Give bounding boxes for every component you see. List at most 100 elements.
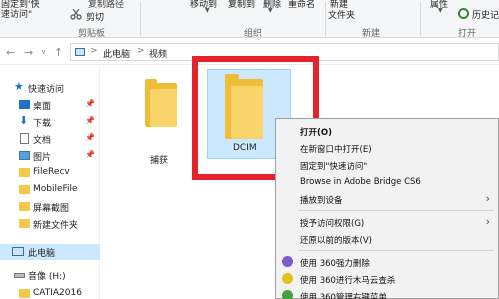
- pin-quick-access-label-2[interactable]: 速访问": [1, 7, 32, 20]
- pin-icon[interactable]: 📌: [85, 133, 95, 142]
- organize-group-label: 组织: [244, 29, 263, 38]
- pin-icon[interactable]: 📌: [85, 150, 95, 159]
- menu-separator: [298, 210, 494, 211]
- menu-item-360-manage-menu[interactable]: 使用 360管理右键菜单: [276, 288, 498, 299]
- menu-item-pin-quick-access[interactable]: 固定到"快速访问": [276, 157, 498, 173]
- open-group-label: 打开: [458, 29, 477, 38]
- star-icon: ★: [14, 80, 24, 93]
- folder-label: 捕获: [150, 156, 169, 166]
- navigation-pane: ★ 快速访问 桌面 📌 ⬇ 下载 📌 文档 📌 图片 📌 FileRecv Mo…: [0, 66, 100, 299]
- menu-item-label: 打开(O): [300, 128, 332, 138]
- history-icon: [458, 8, 469, 19]
- menu-item-cast-to-device[interactable]: 播放到设备 ›: [276, 191, 498, 207]
- clipboard-group-label: 剪贴板: [78, 29, 106, 38]
- folder-icon: [19, 202, 30, 211]
- nav-item-documents[interactable]: 文档 📌: [0, 131, 100, 147]
- copy-path-button[interactable]: 复制路径: [88, 0, 124, 10]
- nav-label: MobileFile: [33, 184, 78, 194]
- nav-item-catia2016[interactable]: CATIA2016: [0, 286, 100, 299]
- folder-item-capture[interactable]: 捕获: [126, 74, 196, 166]
- chevron-down-icon: ▼: [205, 7, 210, 14]
- computer-icon: [75, 48, 85, 56]
- menu-item-label: 固定到"快速访问": [300, 162, 368, 172]
- folder-icon: [19, 289, 30, 298]
- breadcrumb-separator: >: [90, 46, 98, 56]
- cut-button[interactable]: 剪切: [86, 10, 104, 23]
- menu-item-label: 使用 360管理右键菜单: [300, 293, 387, 299]
- recent-locations-icon[interactable]: ∨: [41, 48, 46, 56]
- menu-item-open-new-window[interactable]: 在新窗口中打开(E): [276, 140, 498, 156]
- back-icon[interactable]: ←: [6, 46, 15, 59]
- chevron-down-icon: ▼: [438, 7, 443, 14]
- nav-label: 图片: [33, 153, 52, 163]
- scissors-icon: [70, 9, 82, 20]
- move-to-button[interactable]: 移动到: [190, 0, 217, 10]
- nav-item-this-pc[interactable]: 此电脑: [0, 244, 100, 260]
- breadcrumb-this-pc[interactable]: 此电脑: [103, 47, 130, 60]
- nav-item-pictures[interactable]: 图片 📌: [0, 148, 100, 164]
- pin-icon[interactable]: 📌: [85, 116, 95, 125]
- forward-icon[interactable]: →: [24, 46, 33, 59]
- nav-item-mobilefile[interactable]: MobileFile: [0, 182, 100, 198]
- nav-label: 下载: [33, 119, 52, 129]
- desktop-icon: [19, 100, 30, 109]
- menu-item-label: 授予访问权限(G): [300, 219, 365, 229]
- menu-item-label: Browse in Adobe Bridge CS6: [300, 177, 421, 187]
- pin-icon[interactable]: 📌: [85, 99, 95, 108]
- folder-icon: [19, 185, 30, 194]
- copy-to-button[interactable]: 复制到: [228, 0, 255, 10]
- menu-separator: [298, 250, 494, 251]
- nav-item-downloads[interactable]: ⬇ 下载 📌: [0, 114, 100, 130]
- menu-item-label: 在新窗口中打开(E): [300, 145, 372, 155]
- menu-item-label: 使用 360进行木马云查杀: [300, 276, 396, 286]
- history-button[interactable]: 历史记录: [472, 8, 499, 21]
- breadcrumb-videos[interactable]: 视频: [149, 47, 167, 60]
- ribbon: 固定到'快 速访问" 复制路径 剪切 剪贴板 移动到 ▼ 复制到 删除 ▼ 重命…: [0, 0, 499, 38]
- chevron-right-icon: ›: [485, 215, 490, 228]
- folder-icon: [19, 219, 30, 228]
- drive-icon: [14, 273, 25, 278]
- nav-label: 新建文件夹: [33, 221, 79, 231]
- rename-button[interactable]: 重命名: [288, 0, 315, 10]
- context-menu: 打开(O) 在新窗口中打开(E) 固定到"快速访问" Browse in Ado…: [275, 118, 499, 299]
- ribbon-divider: [420, 2, 421, 36]
- nav-item-filerecv[interactable]: FileRecv: [0, 165, 100, 181]
- menu-item-open[interactable]: 打开(O): [276, 123, 498, 139]
- 360-icon: [282, 290, 293, 299]
- new-folder-button-label[interactable]: 文件夹: [328, 8, 355, 21]
- folder-icon: [19, 168, 30, 177]
- up-icon[interactable]: ↑: [54, 46, 63, 59]
- nav-label: 快速访问: [28, 85, 65, 95]
- breadcrumb-separator: >: [137, 46, 145, 56]
- document-icon: [20, 133, 29, 144]
- pictures-icon: [19, 151, 30, 160]
- nav-item-new-folder[interactable]: 新建文件夹: [0, 216, 100, 232]
- nav-label: CATIA2016: [33, 288, 82, 298]
- nav-label: 文档: [33, 136, 52, 146]
- menu-item-restore-versions[interactable]: 还原以前的版本(V): [276, 231, 498, 247]
- ribbon-divider: [325, 2, 326, 36]
- computer-icon: [12, 247, 24, 256]
- chevron-right-icon: ›: [485, 192, 490, 205]
- nav-item-screenshots[interactable]: 屏幕截图: [0, 199, 100, 215]
- nav-label: 音像 (H:): [28, 272, 66, 282]
- ribbon-divider: [140, 2, 141, 36]
- 360-icon: [282, 273, 293, 284]
- menu-item-label: 播放到设备: [300, 196, 343, 206]
- nav-item-desktop[interactable]: 桌面 📌: [0, 97, 100, 113]
- new-group-label: 新建: [362, 29, 381, 38]
- 360-icon: [282, 256, 293, 267]
- chevron-down-icon: ▼: [268, 7, 273, 14]
- folder-icon: [145, 79, 177, 127]
- nav-label: FileRecv: [33, 167, 70, 177]
- menu-item-give-access[interactable]: 授予访问权限(G) ›: [276, 214, 498, 230]
- download-icon: ⬇: [19, 114, 29, 127]
- menu-item-adobe-bridge[interactable]: Browse in Adobe Bridge CS6: [276, 174, 498, 190]
- nav-label: 屏幕截图: [33, 204, 70, 214]
- menu-item-360-force-delete[interactable]: 使用 360强力删除: [276, 254, 498, 270]
- nav-label: 桌面: [33, 102, 52, 112]
- nav-item-drive-h[interactable]: 音像 (H:): [0, 267, 100, 283]
- nav-item-quick-access[interactable]: ★ 快速访问: [0, 80, 100, 96]
- menu-item-360-trojan-scan[interactable]: 使用 360进行木马云查杀: [276, 271, 498, 287]
- menu-item-label: 使用 360强力删除: [300, 259, 370, 269]
